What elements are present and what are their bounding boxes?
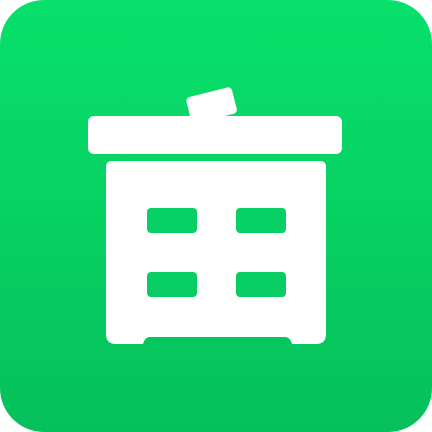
lid: [88, 116, 342, 154]
slot-bottom-right: [236, 272, 286, 297]
slot-top-left: [147, 208, 197, 233]
trash-bin-icon: [88, 87, 342, 344]
app-icon[interactable]: [0, 0, 432, 432]
slot-top-right: [236, 208, 286, 233]
slot-bottom-left: [147, 272, 197, 297]
bin-body: [106, 161, 326, 344]
